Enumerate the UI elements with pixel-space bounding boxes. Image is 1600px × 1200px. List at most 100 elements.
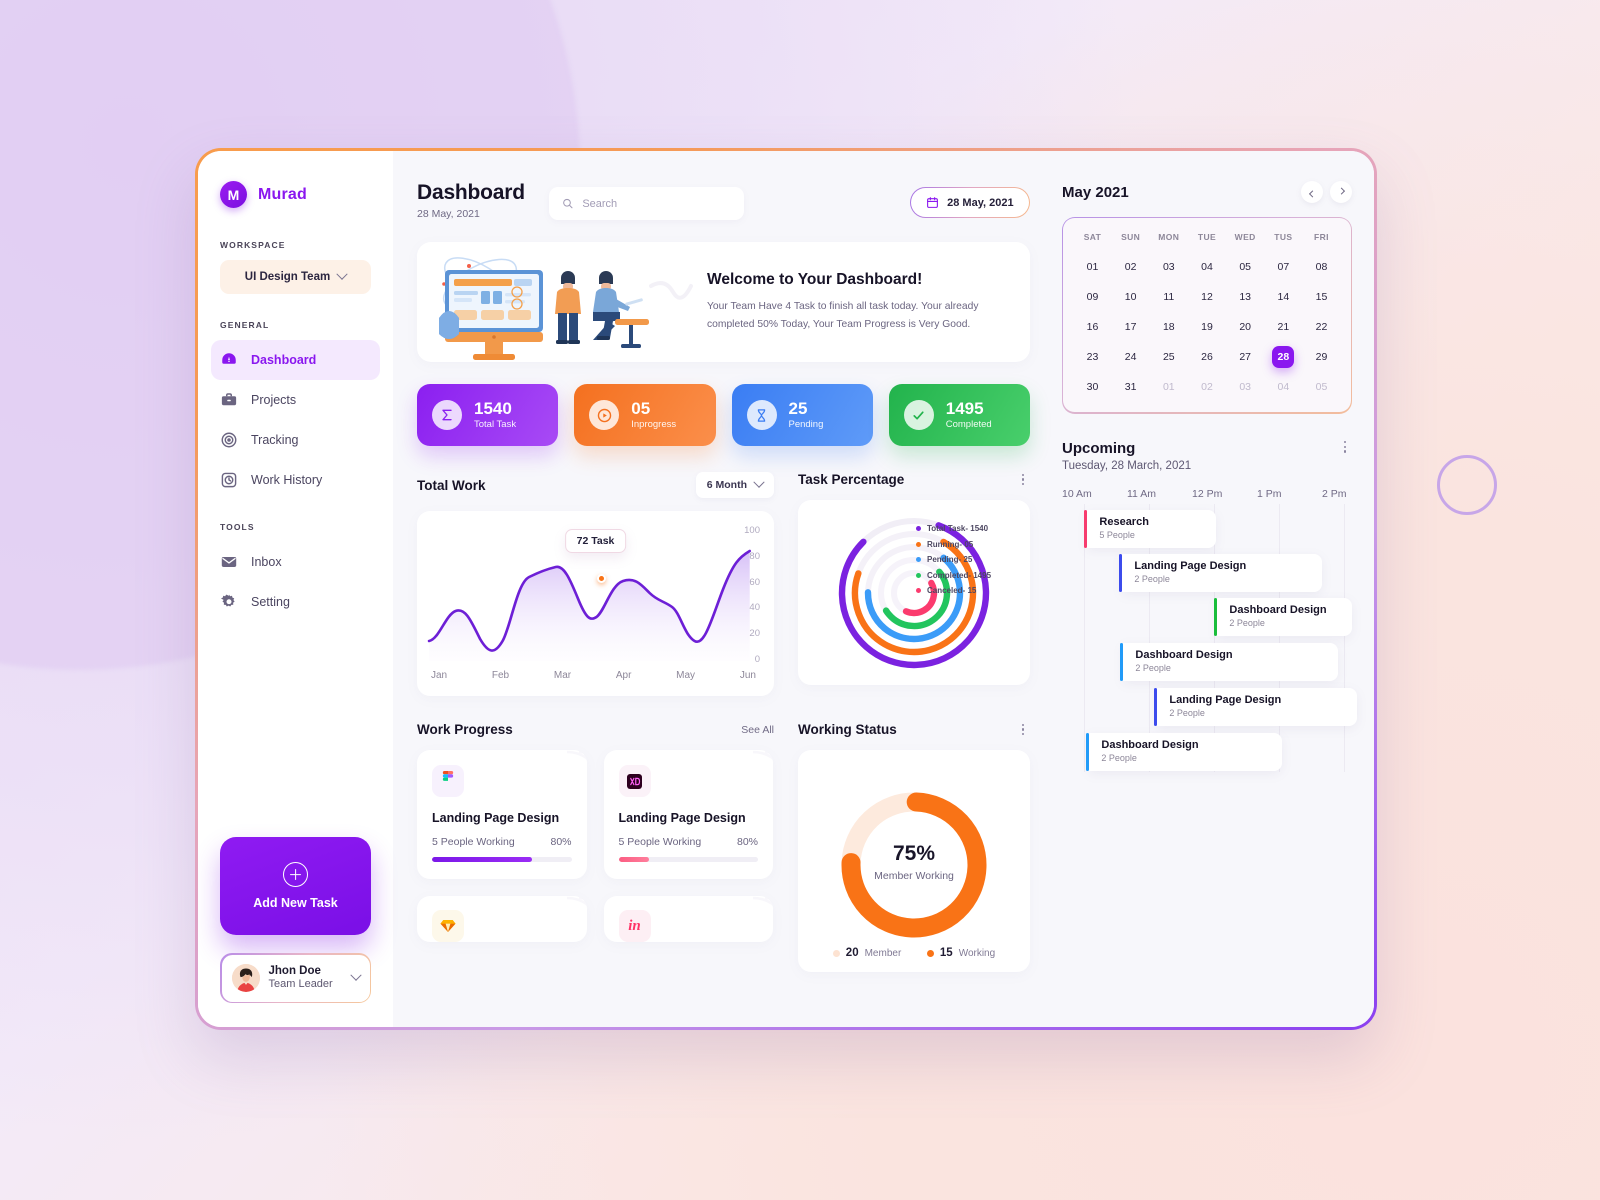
timeline-event[interactable]: Dashboard Design 2 People — [1120, 642, 1338, 681]
work-progress-card[interactable] — [417, 896, 587, 942]
calendar-day[interactable]: 16 — [1073, 316, 1111, 338]
more-options-icon[interactable] — [1016, 473, 1030, 487]
date-pill-text: 28 May, 2021 — [947, 196, 1014, 209]
calendar-day[interactable]: 29 — [1302, 346, 1340, 368]
work-progress-card[interactable]: Landing Page Design 5 People Working 80% — [417, 750, 587, 879]
calendar-day[interactable]: 03 — [1226, 376, 1264, 398]
calendar-day[interactable]: 02 — [1112, 256, 1150, 278]
calendar-day[interactable]: 18 — [1150, 316, 1188, 338]
calendar-day[interactable]: 01 — [1150, 376, 1188, 398]
main-content: Dashboard 28 May, 2021 28 May, 2021 — [393, 151, 1374, 1027]
welcome-illustration — [417, 242, 707, 362]
sidebar-item-work-history[interactable]: Work History — [211, 460, 380, 500]
add-new-task-button[interactable]: Add New Task — [220, 837, 371, 935]
hourglass-icon — [746, 400, 777, 430]
calendar-day[interactable]: 27 — [1226, 346, 1264, 368]
calendar-day[interactable]: 14 — [1264, 286, 1302, 308]
calendar-day[interactable]: 05 — [1302, 376, 1340, 398]
calendar-day[interactable]: 11 — [1150, 286, 1188, 308]
donut-center-labels: 75% Member Working — [798, 842, 1030, 882]
sidebar-item-projects[interactable]: Projects — [211, 380, 380, 420]
sidebar-item-tracking[interactable]: Tracking — [211, 420, 380, 460]
timeline-event[interactable]: Landing Page Design 2 People — [1119, 553, 1322, 592]
calendar-day[interactable]: 09 — [1073, 286, 1111, 308]
search-box[interactable] — [548, 187, 744, 220]
calendar-day[interactable]: 22 — [1302, 316, 1340, 338]
legend-item: 15 Working — [926, 947, 995, 959]
calendar-day[interactable]: 25 — [1150, 346, 1188, 368]
briefcase-icon — [220, 391, 238, 409]
working-status-section: Working Status 75% Member Working 20 Mem… — [798, 722, 1030, 972]
calendar-day[interactable]: 19 — [1188, 316, 1226, 338]
calendar-day[interactable]: 15 — [1302, 286, 1340, 308]
user-profile-card[interactable]: Jhon Doe Team Leader — [220, 953, 371, 1003]
timeline-event[interactable]: Dashboard Design 2 People — [1214, 597, 1352, 636]
brand-avatar: M — [220, 181, 247, 208]
calendar-day[interactable]: 20 — [1226, 316, 1264, 338]
charts-row: Total Work 6 Month 100 80 60 40 20 0 72 … — [417, 472, 1030, 696]
calendar-next-button[interactable] — [1330, 181, 1352, 203]
calendar-day[interactable]: 23 — [1073, 346, 1111, 368]
sidebar-item-setting[interactable]: Setting — [211, 582, 380, 622]
work-progress-card[interactable]: in — [603, 896, 773, 942]
timeline-event[interactable]: Landing Page Design 2 People — [1154, 687, 1357, 726]
figma-icon — [432, 765, 464, 797]
calendar-day[interactable]: 04 — [1264, 376, 1302, 398]
date-picker-pill[interactable]: 28 May, 2021 — [909, 187, 1030, 218]
calendar-day[interactable]: 08 — [1302, 256, 1340, 278]
sidebar-item-dashboard[interactable]: Dashboard — [211, 340, 380, 380]
chevron-down-icon[interactable] — [349, 969, 362, 981]
see-all-link[interactable]: See All — [741, 724, 774, 736]
calendar-day-selected[interactable]: 28 — [1272, 346, 1295, 369]
calendar-day[interactable]: 05 — [1226, 256, 1264, 278]
calendar-day[interactable]: 30 — [1073, 376, 1111, 398]
workspace-selector[interactable]: UI Design Team — [220, 260, 371, 294]
sidebar-item-inbox[interactable]: Inbox — [211, 542, 380, 582]
calendar-day[interactable]: 02 — [1188, 376, 1226, 398]
target-icon — [220, 431, 238, 449]
x-tick: Feb — [491, 670, 510, 681]
y-tick: 80 — [749, 550, 760, 562]
range-select[interactable]: 6 Month — [695, 472, 774, 498]
calendar-dow: WED — [1234, 232, 1256, 243]
timeline-event[interactable]: Research 5 People — [1084, 509, 1216, 548]
calendar-header: May 2021 — [1062, 181, 1352, 203]
calendar-day[interactable]: 13 — [1226, 286, 1264, 308]
stat-card-pending[interactable]: 25 Pending — [731, 384, 873, 446]
stat-cards: 1540 Total Task 05 Inprogress 25 Pending… — [417, 384, 1030, 446]
more-options-icon[interactable] — [1338, 440, 1352, 454]
timeline-event[interactable]: Dashboard Design 2 People — [1086, 732, 1282, 771]
calendar-day[interactable]: 10 — [1112, 286, 1150, 308]
calendar-day[interactable]: 24 — [1112, 346, 1150, 368]
workspace-value: UI Design Team — [244, 271, 331, 283]
add-new-task-label: Add New Task — [253, 896, 338, 910]
legend-value: 20 — [845, 947, 859, 959]
legend-label: Member — [864, 947, 902, 959]
search-input[interactable] — [582, 197, 731, 210]
plus-icon — [283, 862, 308, 887]
calendar-day[interactable]: 04 — [1188, 256, 1226, 278]
calendar-day[interactable]: 01 — [1073, 256, 1111, 278]
calendar-prev-button[interactable] — [1301, 181, 1323, 203]
calendar-day[interactable]: 12 — [1188, 286, 1226, 308]
wave-decoration — [752, 896, 773, 907]
stat-card-completed[interactable]: 1495 Completed — [888, 384, 1030, 446]
more-options-icon[interactable] — [1016, 723, 1030, 737]
calendar-day[interactable]: 21 — [1264, 316, 1302, 338]
calendar-day[interactable]: 07 — [1264, 256, 1302, 278]
calendar-day[interactable]: 31 — [1112, 376, 1150, 398]
range-select-value: 6 Month — [706, 479, 747, 491]
stat-card-total-task[interactable]: 1540 Total Task — [417, 384, 559, 446]
chevron-down-icon — [336, 268, 348, 280]
work-progress-card[interactable]: Landing Page Design 5 People Working 80% — [603, 750, 773, 879]
work-progress-card-title: Landing Page Design — [432, 811, 560, 825]
stat-card-inprogress[interactable]: 05 Inprogress — [574, 384, 716, 446]
task-percentage-title: Task Percentage — [798, 472, 905, 487]
y-tick: 0 — [754, 653, 760, 665]
event-people: 2 People — [1101, 752, 1137, 763]
calendar: SAT SUN MON TUE WED TUS FRI 01 02 03 04 … — [1062, 217, 1352, 414]
calendar-day[interactable]: 26 — [1188, 346, 1226, 368]
calendar-day[interactable]: 03 — [1150, 256, 1188, 278]
calendar-day[interactable]: 17 — [1112, 316, 1150, 338]
